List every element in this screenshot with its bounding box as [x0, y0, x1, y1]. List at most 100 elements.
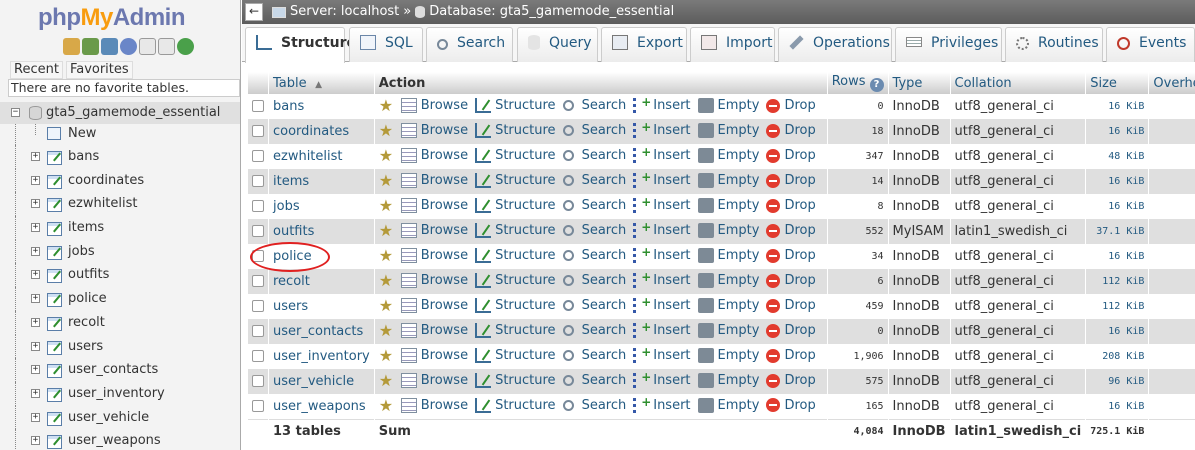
table-name-link[interactable]: police [273, 249, 312, 264]
empty-link[interactable]: Empty [718, 398, 760, 413]
tree-table-item[interactable]: + outfits [0, 263, 240, 288]
browse-link[interactable]: Browse [421, 398, 468, 413]
favorite-star-icon[interactable]: ★ [379, 298, 397, 314]
structure-icon[interactable] [475, 273, 492, 288]
search-icon[interactable] [562, 150, 574, 161]
table-icon[interactable] [47, 363, 63, 379]
insert-link[interactable]: Insert [653, 198, 690, 213]
table-icon[interactable] [47, 387, 63, 402]
tree-table-label[interactable]: user_contacts [68, 362, 158, 377]
table-icon[interactable] [47, 292, 63, 308]
table-name-link[interactable]: outfits [273, 224, 314, 239]
drop-icon[interactable] [766, 123, 781, 138]
search-link[interactable]: Search [582, 223, 627, 238]
favorite-star-icon[interactable]: ★ [379, 198, 397, 214]
empty-icon[interactable] [697, 223, 714, 238]
browse-icon[interactable] [400, 298, 417, 313]
favorite-star-icon[interactable]: ★ [379, 373, 397, 389]
tree-table-label[interactable]: items [68, 220, 104, 235]
search-link[interactable]: Search [582, 298, 627, 313]
browse-link[interactable]: Browse [421, 323, 468, 338]
search-link[interactable]: Search [582, 398, 627, 413]
insert-icon[interactable] [633, 145, 651, 163]
structure-link[interactable]: Structure [495, 273, 555, 288]
search-link[interactable]: Search [582, 148, 627, 163]
header-rows[interactable]: Rows? [827, 72, 889, 94]
structure-link[interactable]: Structure [495, 148, 555, 163]
empty-icon[interactable] [697, 273, 714, 288]
expand-icon[interactable]: + [31, 199, 40, 209]
browse-icon[interactable] [400, 397, 417, 413]
expand-icon[interactable]: + [31, 270, 40, 280]
insert-link[interactable]: Insert [653, 323, 690, 338]
row-checkbox[interactable] [252, 150, 264, 162]
tree-table-label[interactable]: recolt [68, 315, 105, 330]
insert-link[interactable]: Insert [653, 273, 690, 288]
structure-link[interactable]: Structure [495, 198, 555, 213]
row-checkbox[interactable] [252, 375, 264, 387]
insert-link[interactable]: Insert [653, 173, 690, 188]
insert-icon[interactable] [633, 195, 651, 213]
search-icon[interactable] [562, 250, 574, 261]
docs-icon[interactable] [120, 38, 137, 55]
tree-table-label[interactable]: coordinates [68, 173, 144, 188]
browse-icon[interactable] [400, 348, 417, 363]
structure-link[interactable]: Structure [495, 98, 555, 113]
table-name-link[interactable]: bans [273, 99, 304, 114]
search-icon[interactable] [562, 100, 574, 111]
drop-link[interactable]: Drop [784, 298, 815, 313]
structure-icon[interactable] [475, 323, 492, 338]
tree-table-label[interactable]: police [68, 291, 107, 306]
structure-icon[interactable] [475, 173, 492, 188]
expand-icon[interactable]: + [31, 388, 40, 398]
drop-link[interactable]: Drop [784, 198, 815, 213]
tab-import[interactable]: Import [690, 27, 775, 62]
browse-link[interactable]: Browse [421, 298, 468, 313]
tree-table-item[interactable]: + user_inventory [0, 381, 240, 406]
empty-icon[interactable] [697, 198, 714, 213]
table-name-link[interactable]: jobs [273, 199, 300, 214]
expand-icon[interactable]: + [31, 365, 40, 375]
collapse-icon[interactable]: − [11, 108, 20, 117]
tree-table-item[interactable]: + user_weapons [0, 429, 240, 450]
structure-icon[interactable] [475, 248, 492, 263]
tree-table-item[interactable]: + police [0, 287, 240, 311]
search-icon[interactable] [562, 175, 574, 186]
structure-icon[interactable] [475, 348, 492, 363]
insert-icon[interactable] [633, 320, 651, 338]
structure-icon[interactable] [475, 397, 492, 413]
tree-table-label[interactable]: user_weapons [68, 433, 161, 448]
drop-icon[interactable] [766, 148, 781, 163]
row-checkbox[interactable] [252, 300, 264, 312]
favorite-star-icon[interactable]: ★ [379, 248, 397, 264]
tab-privileges[interactable]: Privileges [895, 27, 1002, 62]
sort-rows-link[interactable]: Rows [832, 74, 866, 89]
drop-icon[interactable] [766, 298, 781, 313]
table-icon[interactable] [47, 221, 63, 237]
search-icon[interactable] [562, 350, 574, 361]
tree-table-item[interactable]: + user_vehicle [0, 405, 240, 430]
table-name-link[interactable]: coordinates [273, 124, 349, 139]
search-icon[interactable] [562, 125, 574, 136]
table-name-link[interactable]: ezwhitelist [273, 149, 343, 164]
breadcrumb-database[interactable]: Database: gta5_gamemode_essential [429, 0, 674, 24]
sort-type-link[interactable]: Type [893, 76, 923, 91]
insert-icon[interactable] [633, 295, 651, 313]
tab-search[interactable]: Search [426, 27, 513, 62]
sort-overhead-link[interactable]: Overhead [1153, 76, 1195, 91]
drop-icon[interactable] [766, 248, 781, 263]
tree-table-label[interactable]: user_inventory [68, 386, 165, 401]
browse-link[interactable]: Browse [421, 348, 468, 363]
drop-icon[interactable] [766, 398, 781, 413]
structure-link[interactable]: Structure [495, 348, 555, 363]
insert-link[interactable]: Insert [653, 348, 690, 363]
help-icon[interactable]: ? [869, 78, 884, 92]
structure-link[interactable]: Structure [495, 123, 555, 138]
empty-icon[interactable] [697, 298, 714, 313]
tab-structure[interactable]: Structure [245, 27, 356, 63]
expand-icon[interactable]: + [31, 436, 40, 446]
row-checkbox[interactable] [252, 350, 264, 362]
structure-icon[interactable] [475, 98, 492, 113]
browse-icon[interactable] [400, 198, 417, 213]
browse-link[interactable]: Browse [421, 148, 468, 163]
